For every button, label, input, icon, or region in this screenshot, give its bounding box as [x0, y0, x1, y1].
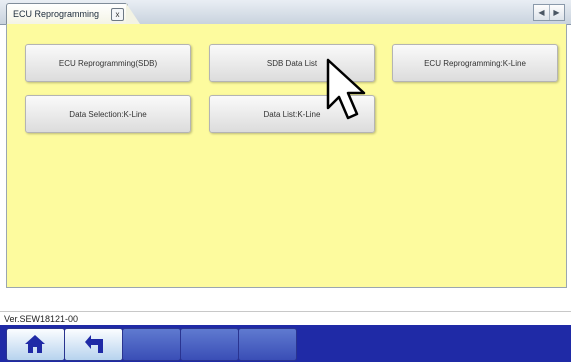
ecu-reprogramming-k-line-button[interactable]: ECU Reprogramming:K-Line [392, 44, 558, 82]
screen: ECU Reprogramming x ◀ ▶ ECU Reprogrammin… [0, 0, 571, 362]
taskbar-slot-3[interactable] [122, 328, 181, 361]
back-arrow-icon [85, 335, 103, 353]
version-bar: Ver.SEW18121-00 [0, 311, 571, 326]
tab-ecu-reprogramming[interactable]: ECU Reprogramming x [6, 3, 128, 25]
tab-label: ECU Reprogramming [13, 9, 100, 19]
data-selection-k-line-button[interactable]: Data Selection:K-Line [25, 95, 191, 133]
taskbar [0, 325, 571, 362]
tab-scroll-controls: ◀ ▶ [533, 4, 565, 21]
taskbar-slot-5[interactable] [238, 328, 297, 361]
home-button[interactable] [6, 328, 65, 361]
back-button[interactable] [64, 328, 123, 361]
ecu-reprogramming-sdb-button[interactable]: ECU Reprogramming(SDB) [25, 44, 191, 82]
taskbar-slot-4[interactable] [180, 328, 239, 361]
scroll-left-icon[interactable]: ◀ [534, 5, 550, 20]
tab-notch [126, 3, 140, 24]
main-panel: ECU Reprogramming(SDB) SDB Data List ECU… [6, 24, 567, 288]
mouse-cursor-icon [326, 58, 366, 120]
tab-bar: ECU Reprogramming x ◀ ▶ [0, 0, 571, 25]
home-icon [25, 335, 45, 353]
version-label: Ver.SEW18121-00 [4, 314, 79, 324]
scroll-right-icon[interactable]: ▶ [549, 5, 564, 20]
tab-close-button[interactable]: x [111, 8, 124, 21]
